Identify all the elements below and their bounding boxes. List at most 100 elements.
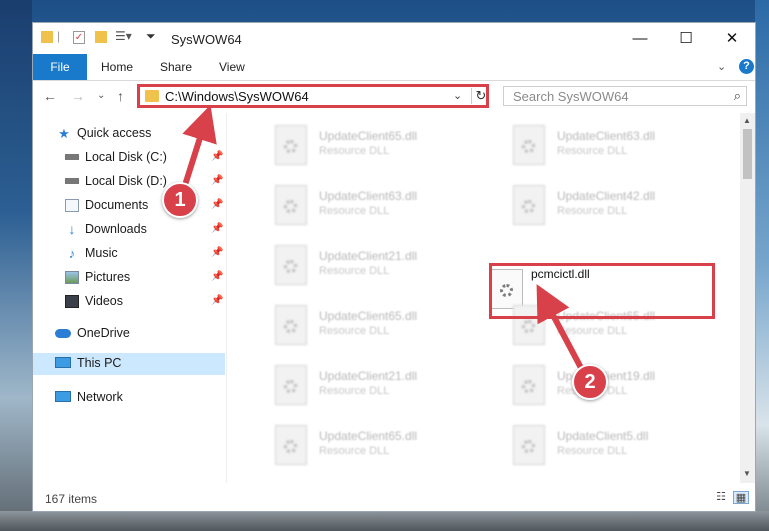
pin-icon: 📌 xyxy=(211,295,224,306)
dll-file-icon xyxy=(275,365,307,405)
scroll-up-icon[interactable]: ▲ xyxy=(743,116,751,125)
file-type: Resource DLL xyxy=(319,325,390,337)
help-icon[interactable]: ? xyxy=(739,59,754,74)
search-icon[interactable]: ⌕ xyxy=(734,88,741,104)
sidebar-item-label: Quick access xyxy=(77,126,152,140)
sidebar-item-local-disk-c[interactable]: Local Disk (C:) 📌 xyxy=(33,147,225,169)
scroll-down-icon[interactable]: ▼ xyxy=(743,469,751,478)
download-icon: ↓ xyxy=(68,221,76,237)
desktop-background-left xyxy=(0,0,32,531)
file-type: Resource DLL xyxy=(319,385,390,397)
dll-file-icon xyxy=(275,305,307,345)
title-bar: | ✓ ☰▾ ⏷ SysWOW64 — ☐ ✕ xyxy=(33,23,755,54)
vertical-scrollbar[interactable]: ▲ ▼ xyxy=(740,113,755,483)
sidebar-item-label: Local Disk (D:) xyxy=(85,174,167,188)
search-box[interactable]: Search SysWOW64 ⌕ xyxy=(503,86,747,106)
file-item[interactable]: UpdateClient21.dll Resource DLL xyxy=(247,361,477,419)
step-1-badge: 1 xyxy=(162,182,198,218)
pictures-icon xyxy=(65,271,79,284)
sidebar-item-label: Pictures xyxy=(85,270,131,284)
navigation-pane: ★ Quick access Local Disk (C:) 📌 Local D… xyxy=(33,113,227,483)
details-view-icon[interactable]: ☷ xyxy=(713,491,729,504)
star-icon: ★ xyxy=(58,126,70,141)
forward-arrow-icon[interactable]: → xyxy=(71,88,85,104)
file-type: Resource DLL xyxy=(557,145,628,157)
sidebar-item-label: Music xyxy=(85,246,118,260)
tab-file[interactable]: File xyxy=(33,54,87,80)
large-icons-view-icon[interactable]: ▦ xyxy=(733,491,749,504)
file-item[interactable]: UpdateClient63.dll Resource DLL xyxy=(247,181,477,239)
sidebar-item-local-disk-d[interactable]: Local Disk (D:) 📌 xyxy=(33,171,225,193)
maximize-button[interactable]: ☐ xyxy=(663,23,709,54)
file-explorer-window: | ✓ ☰▾ ⏷ SysWOW64 — ☐ ✕ File Home Share … xyxy=(32,22,756,512)
sidebar-item-label: This PC xyxy=(77,356,122,370)
tab-view[interactable]: View xyxy=(219,54,245,80)
pin-icon: 📌 xyxy=(211,223,224,234)
address-path[interactable]: C:\Windows\SysWOW64 xyxy=(165,89,309,104)
window-title: SysWOW64 xyxy=(171,32,242,47)
new-folder-icon[interactable] xyxy=(95,31,107,43)
file-item[interactable]: UpdateClient65.dll Resource DLL xyxy=(247,301,477,359)
dll-file-icon xyxy=(513,125,545,165)
expand-ribbon-icon[interactable]: ⌄ xyxy=(717,60,726,73)
file-name: UpdateClient65.dll xyxy=(319,309,418,323)
status-bar: 167 items ☷ ▦ xyxy=(33,485,755,511)
scrollbar-thumb[interactable] xyxy=(743,129,752,179)
videos-icon xyxy=(65,295,79,308)
chevron-down-icon[interactable]: ⌄ xyxy=(453,89,462,102)
sidebar-item-network[interactable]: Network xyxy=(33,387,225,409)
file-item[interactable]: UpdateClient63.dll Resource DLL xyxy=(485,121,715,179)
file-item[interactable]: UpdateClient65.dll Resource DLL xyxy=(247,421,477,479)
file-name: UpdateClient63.dll xyxy=(557,129,656,143)
pin-icon: 📌 xyxy=(211,151,224,162)
file-item[interactable]: UpdateClient5.dll Resource DLL xyxy=(485,421,715,479)
up-arrow-icon[interactable]: ↑ xyxy=(117,88,124,104)
file-type: Resource DLL xyxy=(319,205,390,217)
dll-file-icon xyxy=(513,185,545,225)
navigation-bar: ← → ⌄ ↑ C:\Windows\SysWOW64 ⌄ ↻ Search S… xyxy=(33,81,755,111)
file-type: Resource DLL xyxy=(319,265,390,277)
ribbon-tabs: File Home Share View ⌄ ? xyxy=(33,54,755,81)
address-bar[interactable]: C:\Windows\SysWOW64 ⌄ ↻ xyxy=(137,84,489,108)
properties-icon[interactable]: ✓ xyxy=(73,31,85,44)
recent-locations-icon[interactable]: ⌄ xyxy=(97,90,105,101)
network-icon xyxy=(55,391,71,402)
refresh-icon[interactable]: ↻ xyxy=(471,88,490,104)
sidebar-item-onedrive[interactable]: OneDrive xyxy=(33,323,225,345)
dll-file-icon xyxy=(513,365,545,405)
sidebar-item-label: Videos xyxy=(85,294,123,308)
file-type: Resource DLL xyxy=(557,445,628,457)
close-button[interactable]: ✕ xyxy=(709,23,755,54)
file-item[interactable]: UpdateClient42.dll Resource DLL xyxy=(485,181,715,239)
dll-file-icon xyxy=(275,245,307,285)
sidebar-item-music[interactable]: ♪ Music 📌 xyxy=(33,243,225,265)
quick-access-toolbar-dropdown-icon[interactable]: ⏷ xyxy=(146,29,156,44)
search-input[interactable]: Search SysWOW64 xyxy=(513,89,629,104)
file-type: Resource DLL xyxy=(557,205,628,217)
drive-icon xyxy=(65,154,79,160)
sidebar-item-downloads[interactable]: ↓ Downloads 📌 xyxy=(33,219,225,241)
sidebar-item-this-pc[interactable]: This PC xyxy=(33,353,225,375)
sidebar-item-videos[interactable]: Videos 📌 xyxy=(33,291,225,313)
folder-icon xyxy=(41,31,53,43)
file-item[interactable]: UpdateClient21.dll Resource DLL xyxy=(247,241,477,299)
customize-toolbar-icon[interactable]: ☰▾ xyxy=(115,29,132,43)
file-name: UpdateClient21.dll xyxy=(319,369,418,383)
music-icon: ♪ xyxy=(68,246,76,261)
pin-icon: 📌 xyxy=(211,271,224,282)
tab-home[interactable]: Home xyxy=(101,54,133,80)
documents-icon xyxy=(65,199,79,212)
dll-file-icon xyxy=(275,185,307,225)
minimize-button[interactable]: — xyxy=(617,23,663,54)
sidebar-item-quick-access[interactable]: ★ Quick access xyxy=(33,123,225,145)
file-item[interactable]: UpdateClient65.dll Resource DLL xyxy=(247,121,477,179)
folder-icon xyxy=(145,90,159,102)
desktop-background-right xyxy=(755,0,769,531)
dll-file-icon xyxy=(275,125,307,165)
separator: | xyxy=(57,29,61,43)
file-list: UpdateClient65.dll Resource DLL UpdateCl… xyxy=(227,113,739,483)
pin-icon: 📌 xyxy=(211,199,224,210)
sidebar-item-pictures[interactable]: Pictures 📌 xyxy=(33,267,225,289)
back-arrow-icon[interactable]: ← xyxy=(43,88,57,104)
tab-share[interactable]: Share xyxy=(160,54,192,80)
